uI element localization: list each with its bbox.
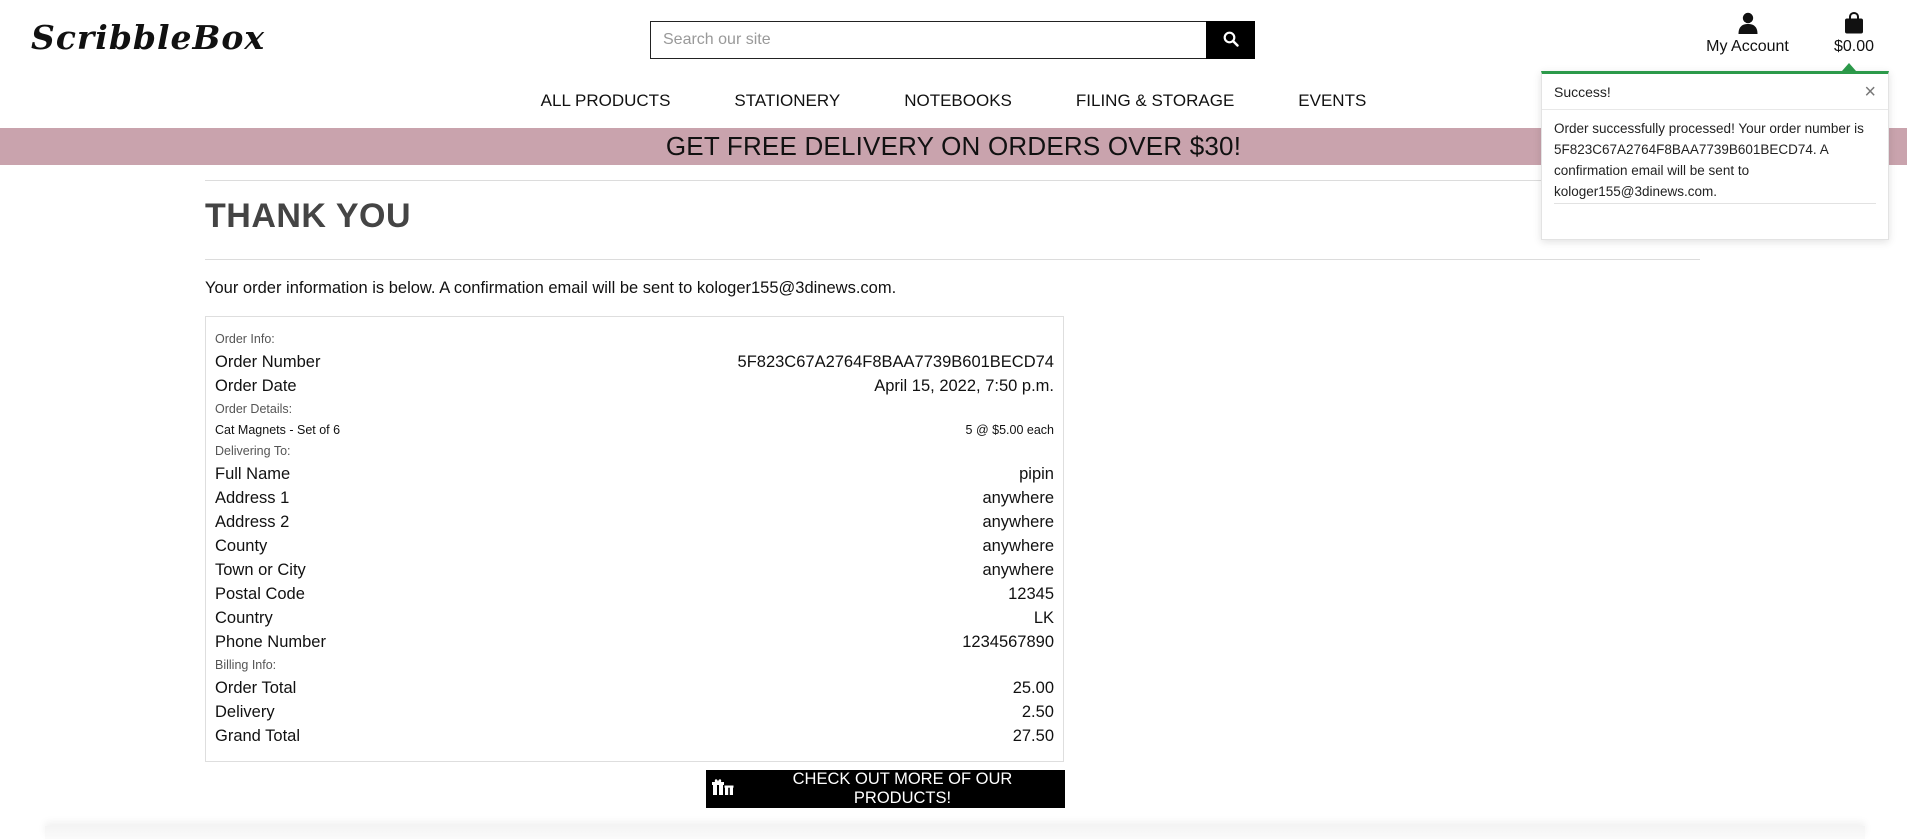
address1-value: anywhere (982, 488, 1054, 507)
nav-all-products[interactable]: ALL PRODUCTS (541, 88, 671, 114)
order-info-label: Order Info: (215, 332, 275, 346)
order-summary-card: Order Info: Order Number 5F823C67A2764F8… (205, 316, 1064, 762)
postal-code-row: Postal Code 12345 (215, 582, 1054, 606)
row-label: Phone Number (215, 632, 326, 651)
toast-message: Order successfully processed! Your order… (1554, 121, 1864, 199)
row-label: Address 1 (215, 488, 290, 507)
banner-text: GET FREE DELIVERY ON ORDERS OVER $30! (665, 131, 1242, 161)
town-row: Town or City anywhere (215, 558, 1054, 582)
gifts-icon (712, 778, 734, 801)
country-value: LK (1033, 608, 1054, 627)
row-label: Grand Total (215, 726, 300, 745)
toast-title: Success! (1554, 83, 1611, 100)
search-form (650, 21, 1255, 59)
row-label: Order Number (215, 352, 321, 371)
full-name-value: pipin (1019, 464, 1054, 483)
divider-top (205, 180, 1700, 181)
toast-divider (1554, 203, 1876, 204)
page-title: THANK YOU (205, 197, 411, 235)
county-value: anywhere (982, 536, 1054, 555)
order-number-value: 5F823C67A2764F8BAA7739B601BECD74 (737, 352, 1054, 371)
cta-label: CHECK OUT MORE OF OUR PRODUCTS! (792, 770, 1013, 807)
toast-header: Success! × (1542, 74, 1888, 110)
search-button[interactable] (1206, 21, 1255, 59)
close-icon[interactable]: × (1864, 82, 1876, 102)
check-out-products-button[interactable]: CHECK OUT MORE OF OUR PRODUCTS! (706, 770, 1065, 808)
shopping-bag-icon (1825, 12, 1883, 34)
grand-total-value: 27.50 (1012, 726, 1054, 745)
row-label: Order Date (215, 376, 297, 395)
line-item-qty: 5 @ $5.00 each (965, 423, 1054, 437)
billing-info-label: Billing Info: (215, 658, 277, 672)
order-intro: Your order information is below. A confi… (205, 279, 897, 297)
nav-filing-storage[interactable]: FILING & STORAGE (1076, 88, 1234, 114)
order-date-row: Order Date April 15, 2022, 7:50 p.m. (215, 374, 1054, 398)
order-details-label: Order Details: (215, 402, 293, 416)
order-total-row: Order Total 25.00 (215, 676, 1054, 700)
shopping-bag-link[interactable]: $0.00 (1825, 12, 1883, 56)
line-item-row: Cat Magnets - Set of 6 5 @ $5.00 each (215, 420, 1054, 440)
site-logo[interactable]: ScribbleBox (31, 18, 265, 57)
row-label: Postal Code (215, 584, 305, 603)
phone-row: Phone Number 1234567890 (215, 630, 1054, 654)
order-number-row: Order Number 5F823C67A2764F8BAA7739B601B… (215, 350, 1054, 374)
county-row: County anywhere (215, 534, 1054, 558)
address2-value: anywhere (982, 512, 1054, 531)
postal-code-value: 12345 (1008, 584, 1054, 603)
search-icon (1223, 31, 1239, 50)
delivery-row: Delivery 2.50 (215, 700, 1054, 724)
address2-row: Address 2 anywhere (215, 510, 1054, 534)
phone-value: 1234567890 (962, 632, 1054, 651)
nav-events[interactable]: EVENTS (1298, 88, 1366, 114)
success-toast: Success! × Order successfully processed!… (1541, 71, 1889, 240)
row-label: County (215, 536, 268, 555)
country-row: Country LK (215, 606, 1054, 630)
user-icon (1700, 12, 1795, 34)
toast-caret (1842, 63, 1856, 71)
town-value: anywhere (982, 560, 1054, 579)
row-label: Address 2 (215, 512, 290, 531)
search-input[interactable] (650, 21, 1206, 59)
row-label: Full Name (215, 464, 291, 483)
nav-stationery[interactable]: STATIONERY (734, 88, 840, 114)
row-label: Town or City (215, 560, 306, 579)
row-label: Order Total (215, 678, 297, 697)
line-item-name: Cat Magnets - Set of 6 (215, 423, 341, 437)
my-account-label: My Account (1706, 38, 1789, 55)
delivery-value: 2.50 (1021, 702, 1054, 721)
nav-notebooks[interactable]: NOTEBOOKS (904, 88, 1012, 114)
row-label: Delivery (215, 702, 275, 721)
delivering-to-label: Delivering To: (215, 444, 291, 458)
full-name-row: Full Name pipin (215, 462, 1054, 486)
address1-row: Address 1 anywhere (215, 486, 1054, 510)
my-account-link[interactable]: My Account (1700, 12, 1795, 56)
grand-total-row: Grand Total 27.50 (215, 724, 1054, 748)
row-label: Country (215, 608, 273, 627)
order-date-value: April 15, 2022, 7:50 p.m. (874, 376, 1054, 395)
toast-body: Order successfully processed! Your order… (1542, 110, 1888, 204)
cart-total: $0.00 (1833, 38, 1875, 55)
divider-bottom (205, 259, 1700, 260)
footer-edge (45, 826, 1865, 839)
order-total-value: 25.00 (1012, 678, 1054, 697)
